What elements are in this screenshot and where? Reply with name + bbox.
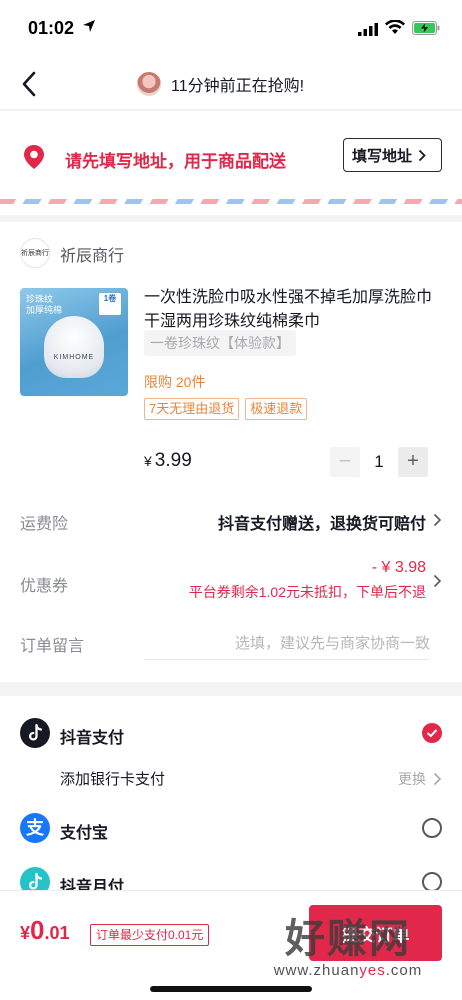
address-card[interactable]: 请先填写地址，用于商品配送 填写地址 bbox=[0, 111, 462, 215]
total-int: 0 bbox=[30, 915, 45, 945]
douyin-monthly-radio[interactable] bbox=[422, 872, 442, 892]
product-brand: KIMHOME bbox=[53, 354, 95, 361]
douyin-pay-radio-selected[interactable] bbox=[422, 723, 442, 743]
order-card: 祈辰商行 祈辰商行 珍珠纹 加厚纯棉 1卷 KIMHOME 一次性洗脸巾吸水性强… bbox=[0, 222, 462, 682]
fill-address-label: 填写地址 bbox=[352, 147, 413, 165]
address-prompt: 请先填写地址，用于商品配送 bbox=[65, 152, 286, 171]
order-note-input[interactable] bbox=[144, 628, 430, 660]
quantity-increase-button[interactable]: + bbox=[398, 447, 428, 477]
price-symbol: ¥ bbox=[144, 453, 152, 469]
alipay-icon: 支 bbox=[20, 813, 50, 843]
product-image-badge: 1卷 bbox=[99, 293, 121, 315]
min-payment-note: 订单最少支付0.01元 bbox=[90, 924, 210, 946]
product-image-tag: 珍珠纹 加厚纯棉 bbox=[26, 294, 63, 315]
total-dec: .01 bbox=[44, 923, 70, 943]
wifi-icon bbox=[385, 20, 405, 34]
nav-center: 11分钟前正在抢购! bbox=[137, 70, 304, 98]
home-indicator bbox=[150, 986, 312, 992]
quantity-value[interactable]: 1 bbox=[360, 447, 398, 477]
total-symbol: ¥ bbox=[20, 923, 31, 943]
cellular-signal-icon bbox=[358, 23, 378, 36]
location-pin-icon bbox=[24, 145, 44, 169]
alipay-label[interactable]: 支付宝 bbox=[60, 819, 108, 843]
add-bank-card-label[interactable]: 添加银行卡支付 bbox=[60, 768, 165, 789]
shop-logo: 祈辰商行 bbox=[20, 238, 50, 268]
price-value: 3.99 bbox=[154, 450, 192, 471]
coupon-amount[interactable]: - ¥ 3.98 bbox=[372, 559, 426, 577]
product-title: 一次性洗脸巾吸水性强不掉毛加厚洗脸巾干湿两用珍珠纹纯棉柔巾 bbox=[144, 289, 433, 330]
watermark-url-pre: www.zhuan bbox=[273, 962, 360, 979]
tag-fast-refund: 极速退款 bbox=[245, 398, 308, 420]
watermark-url-post: .com bbox=[385, 962, 423, 979]
nav-bar: 11分钟前正在抢购! bbox=[0, 58, 462, 110]
product-pouch bbox=[44, 316, 104, 378]
fill-address-button[interactable]: 填写地址 bbox=[343, 138, 442, 172]
chevron-right-icon[interactable] bbox=[433, 772, 442, 786]
quantity-decrease-button[interactable]: − bbox=[330, 447, 360, 477]
chevron-right-icon[interactable] bbox=[433, 513, 442, 527]
chevron-right-icon[interactable] bbox=[433, 574, 442, 588]
watermark-main: 好赚网 bbox=[285, 917, 411, 961]
purchase-limit: 限购 20件 bbox=[144, 374, 206, 390]
douyin-pay-icon bbox=[20, 718, 50, 748]
buyer-avatar bbox=[137, 72, 161, 96]
status-bar: 01:02 bbox=[0, 0, 462, 58]
douyin-pay-label[interactable]: 抖音支付 bbox=[60, 724, 124, 748]
alipay-radio[interactable] bbox=[422, 818, 442, 838]
tag-return-7-days: 7天无理由退货 bbox=[144, 398, 240, 420]
shop-name[interactable]: 祈辰商行 bbox=[60, 242, 124, 266]
page-title: 11分钟前正在抢购! bbox=[171, 78, 305, 95]
watermark: 好赚网 www.zhuanyes.com bbox=[248, 916, 448, 979]
sku-selector[interactable]: 一卷珍珠纹【体验款】 bbox=[144, 330, 296, 356]
location-arrow-icon bbox=[83, 20, 95, 32]
battery-charging-icon bbox=[412, 21, 440, 35]
product-image[interactable]: 珍珠纹 加厚纯棉 1卷 KIMHOME bbox=[20, 288, 128, 396]
change-payment-link[interactable]: 更换 bbox=[398, 769, 426, 789]
watermark-url-highlight: yes bbox=[359, 962, 386, 979]
order-note-label: 订单留言 bbox=[20, 638, 85, 655]
total-price: ¥0.01 bbox=[20, 915, 70, 946]
back-arrow-icon[interactable] bbox=[18, 70, 42, 98]
freight-insurance-label: 运费险 bbox=[20, 516, 69, 533]
watermark-url: www.zhuanyes.com bbox=[248, 962, 448, 979]
chevron-right-icon bbox=[418, 149, 426, 161]
status-time: 01:02 bbox=[28, 18, 75, 38]
coupon-note: 平台券剩余1.02元未抵扣，下单后不退 bbox=[188, 584, 426, 600]
envelope-strip bbox=[0, 199, 462, 204]
coupon-label: 优惠券 bbox=[20, 578, 69, 595]
freight-insurance-value[interactable]: 抖音支付赠送，退换货可赔付 bbox=[218, 510, 426, 534]
unit-price: ¥3.99 bbox=[144, 450, 192, 472]
service-tags: 7天无理由退货 极速退款 bbox=[144, 398, 308, 420]
checkout-bar: ¥0.01 订单最少支付0.01元 提交订单 好赚网 www.zhuanyes.… bbox=[0, 890, 462, 1000]
